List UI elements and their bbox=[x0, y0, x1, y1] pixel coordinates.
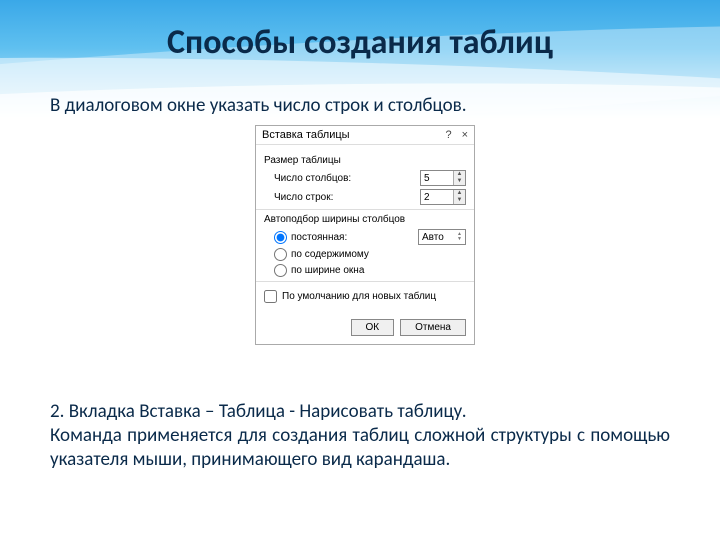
section-autofit-label: Автоподбор ширины столбцов bbox=[264, 214, 466, 225]
fixed-width-text: Авто bbox=[422, 232, 444, 243]
dialog-title-text: Вставка таблицы bbox=[262, 129, 350, 141]
arrow-down-icon[interactable]: ▼ bbox=[457, 237, 462, 242]
dialog-buttons: ОК Отмена bbox=[256, 313, 474, 344]
arrow-up-icon[interactable]: ▲ bbox=[454, 171, 465, 178]
section-size-label: Размер таблицы bbox=[264, 155, 466, 166]
cancel-button[interactable]: Отмена bbox=[400, 319, 466, 336]
intro-text: В диалоговом окне указать число строк и … bbox=[50, 94, 670, 118]
remember-checkbox[interactable] bbox=[264, 290, 277, 303]
remember-label: По умолчанию для новых таблиц bbox=[282, 291, 436, 302]
spinner-arrows[interactable]: ▲▼ bbox=[453, 171, 465, 185]
radio-fixed[interactable] bbox=[274, 231, 287, 244]
arrow-down-icon[interactable]: ▼ bbox=[454, 197, 465, 204]
rows-row: Число строк: ▲▼ bbox=[274, 189, 466, 205]
radio-fixed-label: постоянная: bbox=[291, 232, 347, 243]
close-button[interactable]: × bbox=[462, 129, 468, 141]
spinner-arrows[interactable]: ▲▼ bbox=[453, 190, 465, 204]
rows-spinner[interactable]: ▲▼ bbox=[420, 189, 466, 205]
radio-content-row: по содержимому bbox=[274, 248, 466, 261]
divider bbox=[256, 281, 474, 282]
columns-row: Число столбцов: ▲▼ bbox=[274, 170, 466, 186]
slide-title: Способы создания таблиц bbox=[0, 22, 720, 63]
arrow-up-icon[interactable]: ▲ bbox=[454, 190, 465, 197]
radio-window[interactable] bbox=[274, 264, 287, 277]
radio-fixed-row: постоянная: Авто ▲▼ bbox=[274, 229, 466, 245]
help-button[interactable]: ? bbox=[445, 129, 451, 141]
radio-content-label: по содержимому bbox=[291, 249, 369, 260]
radio-window-label: по ширине окна bbox=[291, 265, 364, 276]
remember-row: По умолчанию для новых таблиц bbox=[264, 290, 466, 303]
rows-input[interactable] bbox=[421, 192, 453, 203]
para2-rest: Команда применяется для создания таблиц … bbox=[50, 424, 670, 471]
radio-content[interactable] bbox=[274, 248, 287, 261]
arrow-down-icon[interactable]: ▼ bbox=[454, 178, 465, 185]
dialog-titlebar: Вставка таблицы ? × bbox=[256, 126, 474, 145]
ok-button[interactable]: ОК bbox=[351, 319, 395, 336]
radio-window-row: по ширине окна bbox=[274, 264, 466, 277]
columns-label: Число столбцов: bbox=[274, 173, 351, 184]
divider bbox=[256, 209, 474, 210]
columns-spinner[interactable]: ▲▼ bbox=[420, 170, 466, 186]
para2-line1: 2. Вкладка Вставка – Таблица - Нарисоват… bbox=[50, 400, 467, 423]
fixed-width-value[interactable]: Авто ▲▼ bbox=[418, 229, 466, 245]
insert-table-dialog: Вставка таблицы ? × Размер таблицы Число… bbox=[255, 125, 475, 345]
paragraph-2: 2. Вкладка Вставка – Таблица - Нарисоват… bbox=[50, 400, 670, 471]
columns-input[interactable] bbox=[421, 173, 453, 184]
rows-label: Число строк: bbox=[274, 192, 333, 203]
dialog-body: Размер таблицы Число столбцов: ▲▼ Число … bbox=[256, 145, 474, 313]
